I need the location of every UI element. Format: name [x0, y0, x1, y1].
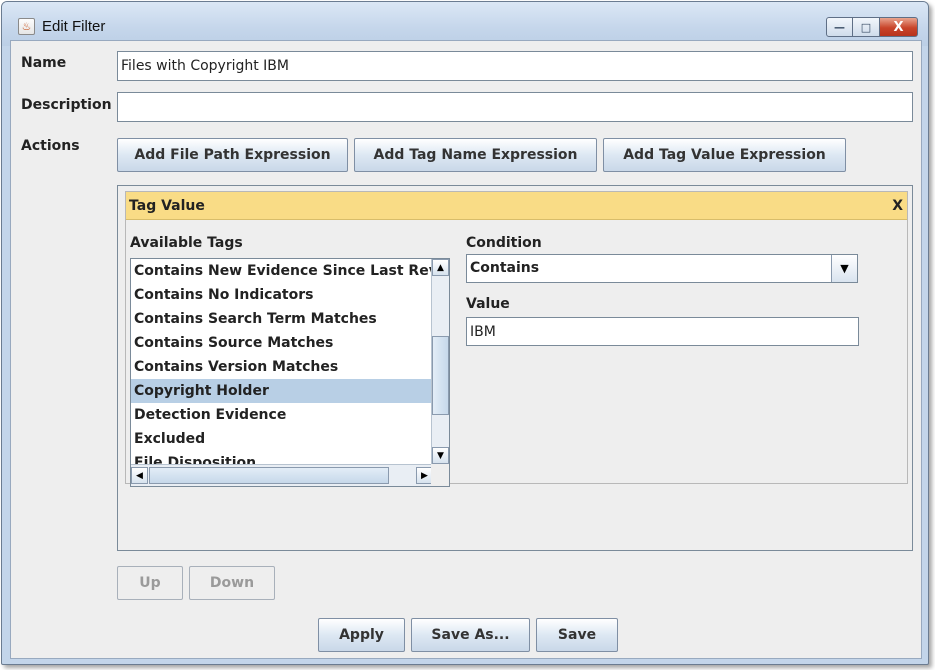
- close-window-button[interactable]: X: [880, 17, 918, 37]
- move-down-button[interactable]: Down: [189, 566, 275, 600]
- arrow-down-icon[interactable]: ▼: [432, 447, 449, 464]
- list-item[interactable]: Excluded: [131, 427, 433, 451]
- maximize-button[interactable]: □: [853, 17, 880, 37]
- name-label: Name: [21, 55, 67, 71]
- list-item[interactable]: Contains No Indicators: [131, 283, 433, 307]
- horizontal-scrollbar[interactable]: ◀ ▶: [131, 464, 433, 486]
- description-label: Description: [21, 97, 112, 113]
- list-item[interactable]: Contains New Evidence Since Last Review: [131, 259, 433, 283]
- tag-value-header: Tag Value X: [126, 192, 907, 220]
- available-tags-label: Available Tags: [130, 235, 243, 251]
- arrow-up-icon[interactable]: ▲: [432, 259, 449, 276]
- minimize-button[interactable]: —: [826, 17, 853, 37]
- list-item[interactable]: Contains Source Matches: [131, 331, 433, 355]
- remove-expression-button[interactable]: X: [892, 198, 903, 214]
- horizontal-scroll-thumb[interactable]: [149, 467, 389, 484]
- list-item-selected[interactable]: Copyright Holder: [131, 379, 433, 403]
- vertical-scroll-thumb[interactable]: [432, 336, 449, 415]
- add-tag-value-expression-button[interactable]: Add Tag Value Expression: [603, 138, 846, 172]
- edit-filter-window: ♨ Edit Filter — □ X Name Files with Copy…: [1, 1, 929, 665]
- condition-dropdown[interactable]: Contains ▼: [466, 254, 858, 283]
- window-title: Edit Filter: [42, 18, 106, 35]
- filter-expressions-panel: Tag Value X Available Tags Contains New …: [117, 185, 913, 551]
- available-tags-list[interactable]: Contains New Evidence Since Last Review …: [130, 258, 450, 487]
- list-item[interactable]: Contains Search Term Matches: [131, 307, 433, 331]
- available-tags-items: Contains New Evidence Since Last Review …: [131, 259, 433, 464]
- tag-value-title: Tag Value: [129, 198, 205, 214]
- dialog-content: Name Files with Copyright IBM Descriptio…: [10, 40, 922, 659]
- actions-label: Actions: [21, 138, 80, 154]
- save-button[interactable]: Save: [536, 618, 618, 652]
- list-item[interactable]: File Disposition: [131, 451, 433, 464]
- chevron-down-icon[interactable]: ▼: [831, 255, 857, 282]
- apply-button[interactable]: Apply: [318, 618, 405, 652]
- value-field[interactable]: IBM: [466, 317, 859, 346]
- list-item[interactable]: Detection Evidence: [131, 403, 433, 427]
- condition-label: Condition: [466, 235, 542, 251]
- tag-value-expression-panel: Tag Value X Available Tags Contains New …: [125, 191, 908, 487]
- add-file-path-expression-button[interactable]: Add File Path Expression: [117, 138, 348, 172]
- condition-selected-value: Contains: [470, 260, 540, 276]
- arrow-left-icon[interactable]: ◀: [131, 467, 148, 484]
- scroll-corner: [431, 464, 449, 486]
- name-field[interactable]: Files with Copyright IBM: [117, 51, 913, 81]
- vertical-scrollbar[interactable]: ▲ ▼: [431, 259, 449, 464]
- description-field[interactable]: [117, 92, 913, 122]
- window-controls: — □ X: [826, 17, 918, 37]
- save-as-button[interactable]: Save As...: [411, 618, 530, 652]
- list-item[interactable]: Contains Version Matches: [131, 355, 433, 379]
- move-up-button[interactable]: Up: [117, 566, 183, 600]
- add-tag-name-expression-button[interactable]: Add Tag Name Expression: [354, 138, 597, 172]
- java-cup-icon: ♨: [18, 18, 35, 35]
- value-label: Value: [466, 296, 510, 312]
